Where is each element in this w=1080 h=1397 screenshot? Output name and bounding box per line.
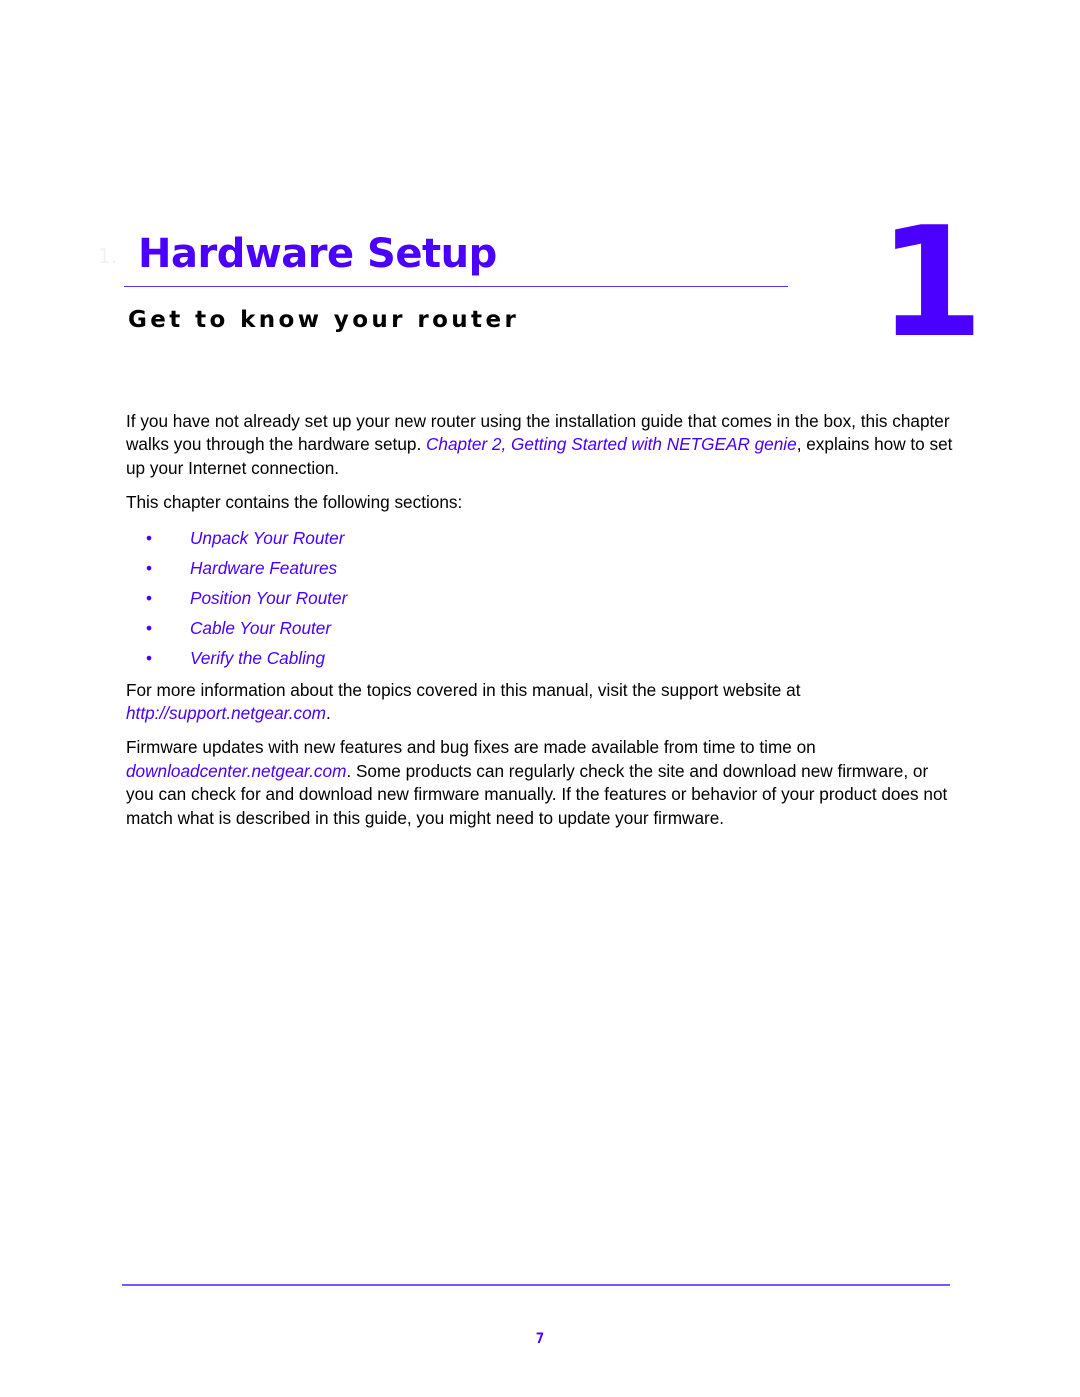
bullet-icon: •	[146, 587, 153, 608]
chapter-title-rule	[124, 286, 788, 287]
page-number: 7	[535, 1331, 545, 1347]
support-text-before: For more information about the topics co…	[126, 679, 801, 700]
bullet-icon: •	[146, 527, 153, 548]
chapter-number: 1	[878, 194, 984, 371]
chapter-title: Hardware Setup	[138, 231, 497, 277]
chapter-body: If you have not already set up your new …	[126, 410, 956, 830]
section-link-verify[interactable]: Verify the Cabling	[190, 648, 325, 668]
section-item: • Unpack Your Router	[126, 527, 956, 557]
bullet-icon: •	[146, 647, 153, 668]
section-item: • Position Your Router	[126, 587, 956, 617]
firmware-text-before: Firmware updates with new features and b…	[126, 737, 816, 758]
firmware-paragraph: Firmware updates with new features and b…	[126, 736, 956, 830]
chapter-subtitle: Get to know your router	[128, 307, 520, 333]
section-item: • Verify the Cabling	[126, 647, 956, 677]
sections-list: • Unpack Your Router • Hardware Features •…	[126, 527, 956, 677]
download-center-link[interactable]: downloadcenter.netgear.com	[126, 761, 346, 781]
sections-intro: This chapter contains the following sect…	[126, 492, 463, 513]
intro-paragraph: If you have not already set up your new …	[126, 410, 956, 480]
section-link-unpack[interactable]: Unpack Your Router	[190, 528, 344, 548]
section-item: • Hardware Features	[126, 557, 956, 587]
section-link-hardware-features[interactable]: Hardware Features	[190, 558, 337, 578]
section-item: • Cable Your Router	[126, 617, 956, 647]
support-text-after: .	[326, 703, 331, 724]
chapter-prefix: 1.	[98, 244, 118, 268]
section-link-cable[interactable]: Cable Your Router	[190, 618, 331, 638]
support-link[interactable]: http://support.netgear.com	[126, 703, 326, 723]
section-link-position[interactable]: Position Your Router	[190, 588, 347, 608]
support-paragraph: For more information about the topics co…	[126, 679, 956, 726]
bullet-icon: •	[146, 617, 153, 638]
chapter-2-link[interactable]: Chapter 2, Getting Started with NETGEAR …	[426, 434, 797, 454]
bullet-icon: •	[146, 557, 153, 578]
footer-rule	[122, 1284, 950, 1286]
